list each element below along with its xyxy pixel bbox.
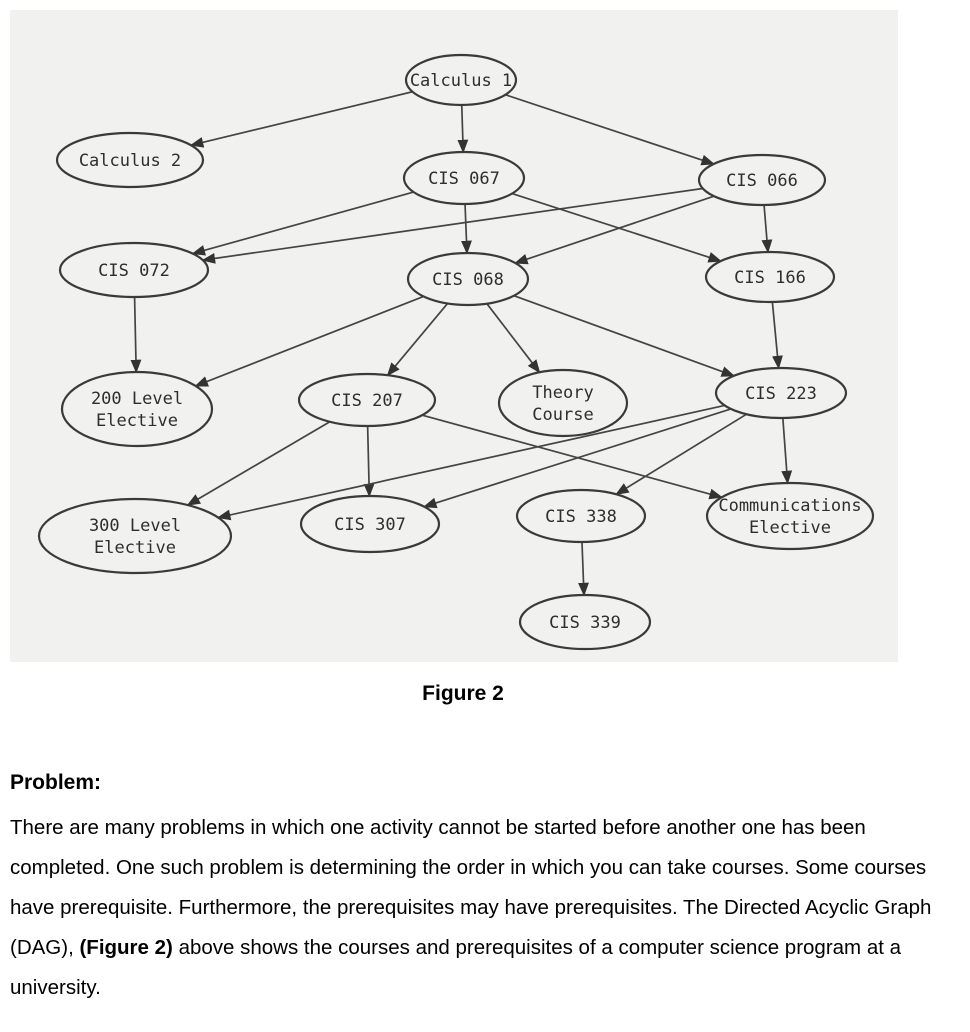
nodes-layer: Calculus 1 Calculus 2 CIS 067 CIS 066 CIS 07… [37, 53, 875, 651]
edge-cis068-to-cis207 [386, 302, 449, 377]
figure-reference: (Figure 2) [79, 936, 173, 959]
node-cis067: CIS 067 [402, 150, 526, 206]
edge-calc1-to-cis066 [505, 93, 715, 166]
node-cis068: CIS 068 [406, 251, 530, 307]
node-label: CIS 068 [432, 270, 504, 290]
node-cis339: CIS 339 [518, 593, 652, 651]
node-cis307: CIS 307 [299, 494, 441, 554]
node-cis072: CIS 072 [58, 241, 210, 299]
node-label: Communications [718, 496, 861, 516]
node-label: Calculus 2 [79, 151, 181, 171]
node-el300: 300 LevelElective [37, 497, 233, 575]
edge-cis207-to-cis307 [363, 425, 375, 498]
node-cis066: CIS 066 [697, 153, 827, 207]
node-cis338: CIS 338 [515, 488, 647, 544]
node-cis223: CIS 223 [714, 366, 848, 420]
node-ellipse [60, 370, 214, 448]
node-theory: TheoryCourse [497, 368, 629, 438]
node-ellipse [497, 368, 629, 438]
node-label: Elective [94, 538, 176, 558]
figure-caption: Figure 2 [422, 682, 504, 705]
node-comm: CommunicationsElective [705, 481, 875, 551]
edge-calc1-to-calc2 [189, 90, 413, 148]
node-label: CIS 307 [334, 515, 406, 535]
node-label: Elective [749, 518, 831, 538]
edge-cis068-to-theory [486, 303, 541, 374]
edges-layer [130, 90, 793, 597]
node-ellipse [705, 481, 875, 551]
node-label: Theory [532, 383, 593, 403]
node-calc2: Calculus 2 [55, 131, 205, 189]
node-label: CIS 223 [745, 384, 817, 404]
edge-cis223-to-comm [781, 417, 793, 485]
node-label: CIS 339 [549, 613, 621, 633]
edge-cis066-to-cis166 [761, 204, 773, 254]
edge-cis338-to-cis339 [578, 541, 589, 597]
node-cis166: CIS 166 [704, 250, 836, 304]
node-el200: 200 LevelElective [60, 370, 214, 448]
edge-cis223-to-el300 [216, 404, 725, 521]
edge-cis066-to-cis068 [514, 195, 715, 265]
edge-cis067-to-cis072 [191, 191, 414, 256]
problem-heading: Problem: [10, 771, 102, 794]
node-label: Calculus 1 [410, 71, 512, 91]
node-label: 300 Level [89, 516, 181, 536]
node-label: Elective [96, 411, 178, 431]
node-label: CIS 072 [98, 261, 170, 281]
edge-cis207-to-el300 [186, 421, 331, 506]
dag-graph: Calculus 1 Calculus 2 CIS 067 CIS 066 CIS 07… [37, 53, 875, 651]
node-label: CIS 166 [734, 268, 806, 288]
node-label: CIS 207 [331, 391, 403, 411]
edge-cis223-to-cis338 [615, 413, 747, 496]
node-cis207: CIS 207 [297, 372, 437, 428]
edge-cis068-to-cis223 [513, 294, 736, 377]
node-ellipse [37, 497, 233, 575]
node-label: CIS 066 [726, 171, 798, 191]
node-label: CIS 067 [428, 169, 500, 189]
problem-paragraph: There are many problems in which one act… [10, 808, 940, 1008]
node-label: CIS 338 [545, 507, 617, 527]
edge-cis072-to-el200 [130, 296, 142, 374]
edge-calc1-to-cis067 [457, 104, 469, 154]
edge-cis067-to-cis068 [461, 203, 472, 255]
node-label: Course [532, 405, 593, 425]
node-label: 200 Level [91, 389, 183, 409]
edge-cis166-to-cis223 [771, 301, 783, 370]
dag-figure: Calculus 1 Calculus 2 CIS 067 CIS 066 CIS 07… [10, 10, 898, 662]
node-calc1: Calculus 1 [404, 53, 518, 107]
